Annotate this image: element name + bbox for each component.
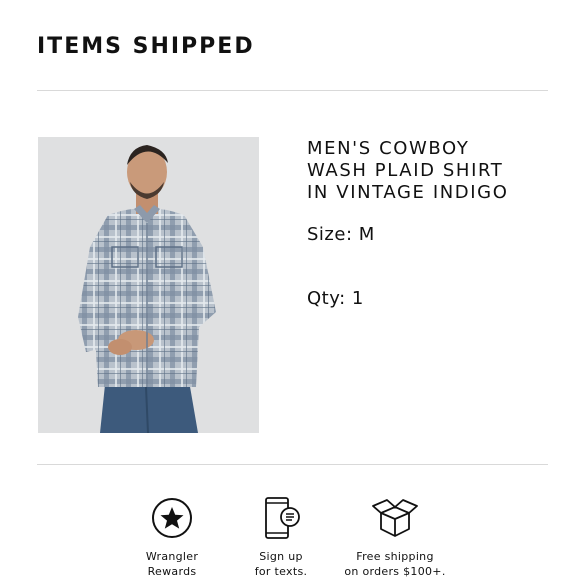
bottom-divider	[37, 464, 548, 465]
section-title: ITEMS SHIPPED	[37, 34, 255, 59]
perk-label-line: Free shipping	[356, 550, 434, 563]
perk-label-line: on orders $100+.	[344, 565, 446, 578]
star-circle-icon	[152, 498, 192, 538]
perk-label-line: for texts.	[254, 565, 308, 578]
perk-label-line: Sign up	[259, 550, 303, 563]
perk-label: Wrangler Rewards	[112, 549, 232, 579]
product-info: MEN'S COWBOY WASH PLAID SHIRT IN VINTAGE…	[307, 138, 557, 309]
perk-label-line: Rewards	[147, 565, 197, 578]
plaid-shirt-photo-icon	[38, 137, 259, 433]
open-box-icon	[372, 499, 418, 537]
perk-wrangler-rewards[interactable]: Wrangler Rewards	[112, 495, 232, 579]
product-name[interactable]: MEN'S COWBOY WASH PLAID SHIRT IN VINTAGE…	[307, 138, 557, 204]
perk-label: Free shipping on orders $100+.	[335, 549, 455, 579]
product-image[interactable]	[38, 137, 259, 433]
product-name-line: MEN'S COWBOY	[307, 138, 470, 159]
perk-sign-up-texts[interactable]: Sign up for texts.	[221, 495, 341, 579]
phone-chat-icon	[265, 497, 300, 539]
perk-label: Sign up for texts.	[221, 549, 341, 579]
product-size: Size: M	[307, 224, 375, 245]
top-divider	[37, 90, 548, 91]
product-name-line: IN VINTAGE INDIGO	[307, 182, 509, 203]
perk-label-line: Wrangler	[145, 550, 199, 563]
perk-free-shipping[interactable]: Free shipping on orders $100+.	[335, 495, 455, 579]
product-quantity: Qty: 1	[307, 288, 364, 309]
product-name-line: WASH PLAID SHIRT	[307, 160, 504, 181]
